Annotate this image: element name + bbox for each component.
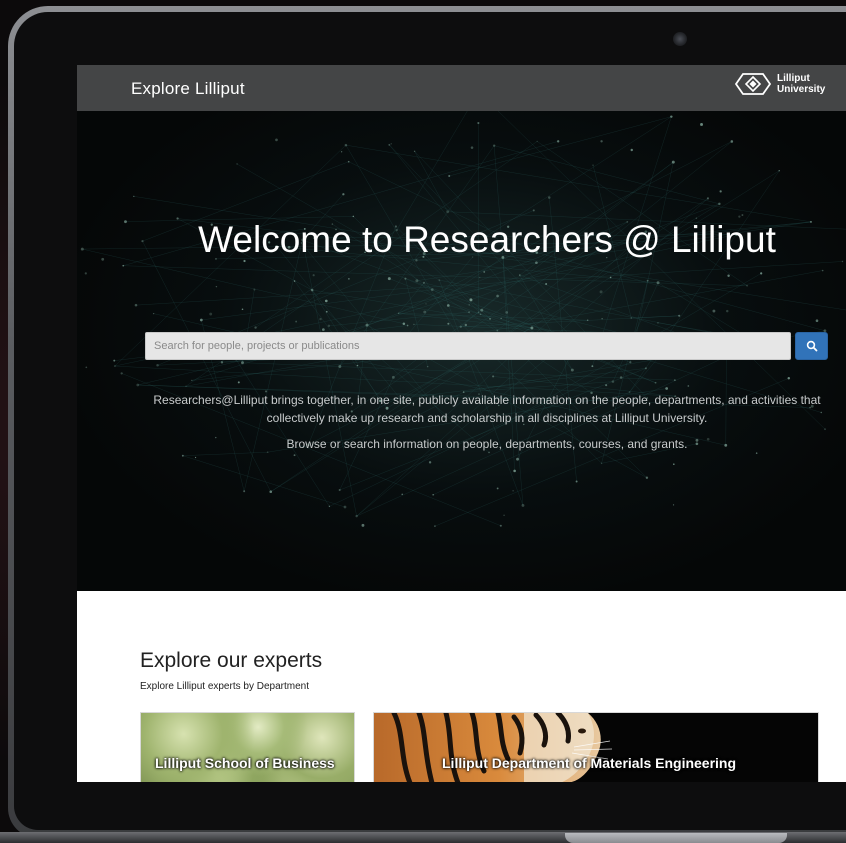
search-bar (145, 332, 828, 360)
department-card-label: Lilliput School of Business (155, 755, 335, 771)
department-card-materials-engineering[interactable]: Lilliput Department of Materials Enginee… (373, 712, 819, 782)
hero-browse-text: Browse or search information on people, … (286, 437, 688, 451)
tiger-image (374, 713, 613, 782)
hero-title: Welcome to Researchers @ Lilliput (198, 218, 776, 260)
search-icon (806, 340, 817, 352)
university-logo-line2: University (777, 84, 826, 95)
search-button[interactable] (795, 332, 828, 360)
search-input[interactable] (145, 332, 791, 360)
department-card-label: Lilliput Department of Materials Enginee… (442, 755, 737, 771)
experts-heading: Explore our experts (140, 649, 323, 672)
hero-section: Welcome to Researchers @ Lilliput Resear… (77, 111, 846, 591)
university-logo-icon (735, 73, 771, 95)
site-title-link[interactable]: Explore Lilliput (131, 79, 245, 99)
university-logo[interactable]: Lilliput University (735, 73, 825, 95)
webcam-icon (673, 32, 687, 46)
university-logo-text: Lilliput University (777, 73, 825, 95)
university-logo-line1: Lilliput (777, 73, 810, 84)
experts-subheading: Explore Lilliput experts by Department (140, 681, 309, 692)
laptop-scene: Explore Lilliput Lilliput University Wel… (0, 0, 846, 843)
department-card-business[interactable]: Lilliput School of Business (140, 712, 355, 782)
experts-section: Explore our experts Explore Lilliput exp… (77, 591, 846, 782)
hero-description: Researchers@Lilliput brings together, in… (153, 393, 821, 425)
browser-screen: Explore Lilliput Lilliput University Wel… (77, 65, 846, 782)
top-navbar: Explore Lilliput Lilliput University (77, 65, 846, 111)
laptop-base-notch (565, 833, 787, 843)
